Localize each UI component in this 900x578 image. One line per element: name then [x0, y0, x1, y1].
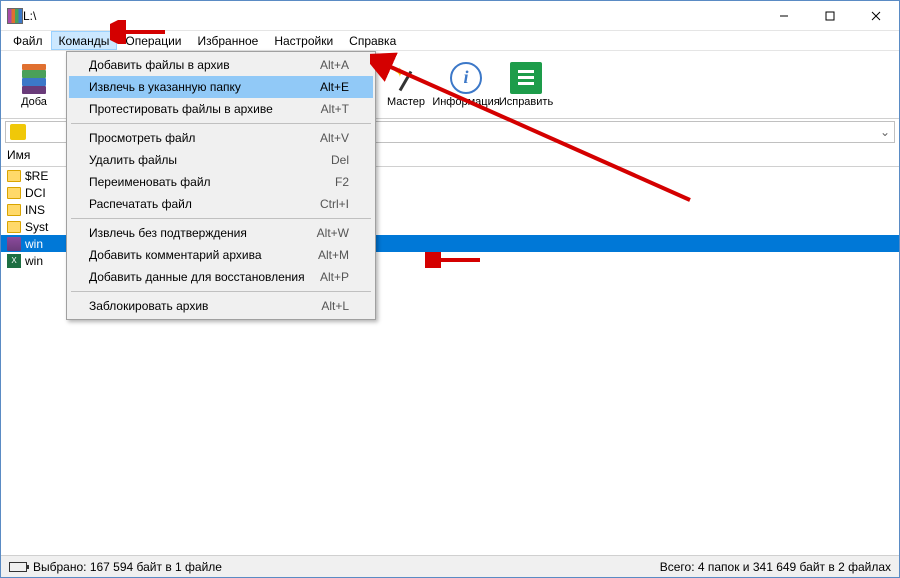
file-name: DCI	[25, 186, 46, 200]
menu-shortcut: Alt+A	[320, 58, 349, 72]
menu-item-справка[interactable]: Справка	[341, 31, 404, 50]
commands-dropdown: Добавить файлы в архивAlt+AИзвлечь в ука…	[66, 51, 376, 320]
status-right: Всего: 4 папок и 341 649 байт в 2 файлах	[652, 560, 899, 574]
menu-item[interactable]: Добавить файлы в архивAlt+A	[69, 54, 373, 76]
menu-item[interactable]: Распечатать файлCtrl+I	[69, 193, 373, 215]
menu-item-настройки[interactable]: Настройки	[266, 31, 341, 50]
menu-shortcut: F2	[335, 175, 349, 189]
minimize-button[interactable]	[761, 1, 807, 30]
app-icon	[7, 8, 23, 24]
menu-item-файл[interactable]: Файл	[5, 31, 51, 50]
menu-item[interactable]: Заблокировать архивAlt+L	[69, 295, 373, 317]
menu-item-label: Переименовать файл	[89, 175, 335, 189]
menu-item[interactable]: Переименовать файлF2	[69, 171, 373, 193]
menu-shortcut: Alt+L	[321, 299, 349, 313]
menu-item-label: Извлечь в указанную папку	[89, 80, 320, 94]
folder-icon	[7, 204, 21, 216]
menu-item-label: Распечатать файл	[89, 197, 320, 211]
window-controls	[761, 1, 899, 30]
statusbar: Выбрано: 167 594 байт в 1 файле Всего: 4…	[1, 555, 899, 577]
annotation-arrow-diagonal	[370, 50, 700, 210]
maximize-icon	[825, 11, 835, 21]
close-button[interactable]	[853, 1, 899, 30]
menu-item-label: Протестировать файлы в архиве	[89, 102, 321, 116]
menu-item-label: Извлечь без подтверждения	[89, 226, 317, 240]
status-selected-text: Выбрано: 167 594 байт в 1 файле	[33, 560, 222, 574]
annotation-arrow-row	[425, 252, 485, 268]
archive-icon	[7, 237, 21, 251]
menu-shortcut: Alt+E	[320, 80, 349, 94]
menu-item-label: Добавить комментарий архива	[89, 248, 318, 262]
file-name: win	[25, 237, 43, 251]
menu-item[interactable]: Извлечь без подтвержденияAlt+W	[69, 222, 373, 244]
minimize-icon	[779, 11, 789, 21]
menu-shortcut: Del	[331, 153, 349, 167]
menu-shortcut: Alt+W	[317, 226, 349, 240]
menu-item-label: Добавить файлы в архив	[89, 58, 320, 72]
menu-shortcut: Alt+P	[320, 270, 349, 284]
folder-icon	[7, 221, 21, 233]
toolbar-label: Доба	[21, 96, 47, 108]
drive-icon	[10, 124, 26, 140]
menu-item[interactable]: Удалить файлыDel	[69, 149, 373, 171]
menu-item[interactable]: Просмотреть файлAlt+V	[69, 127, 373, 149]
battery-icon	[9, 562, 27, 572]
file-name: Syst	[25, 220, 48, 234]
menu-item-label: Добавить данные для восстановления	[89, 270, 320, 284]
menu-item-label: Удалить файлы	[89, 153, 331, 167]
menu-item[interactable]: Протестировать файлы в архивеAlt+T	[69, 98, 373, 120]
file-name: $RE	[25, 169, 48, 183]
menu-item-команды[interactable]: Команды	[51, 31, 118, 50]
menu-item[interactable]: Добавить данные для восстановленияAlt+P	[69, 266, 373, 288]
menu-item-избранное[interactable]: Избранное	[190, 31, 267, 50]
folder-icon	[7, 170, 21, 182]
status-left: Выбрано: 167 594 байт в 1 файле	[1, 560, 230, 574]
menu-separator	[71, 218, 371, 219]
maximize-button[interactable]	[807, 1, 853, 30]
menu-shortcut: Alt+T	[321, 102, 349, 116]
toolbar-add-button[interactable]: Доба	[5, 60, 63, 110]
add-archive-icon	[18, 62, 50, 94]
menu-separator	[71, 123, 371, 124]
annotation-arrow-menu	[110, 20, 170, 44]
menu-item[interactable]: Добавить комментарий архиваAlt+M	[69, 244, 373, 266]
menu-item-label: Просмотреть файл	[89, 131, 320, 145]
menu-shortcut: Ctrl+I	[320, 197, 349, 211]
file-name: win	[25, 254, 43, 268]
menu-shortcut: Alt+M	[318, 248, 349, 262]
menu-item-label: Заблокировать архив	[89, 299, 321, 313]
menu-separator	[71, 291, 371, 292]
chevron-down-icon[interactable]: ⌄	[880, 125, 890, 139]
folder-icon	[7, 187, 21, 199]
menu-shortcut: Alt+V	[320, 131, 349, 145]
file-name: INS	[25, 203, 45, 217]
excel-icon: X	[7, 254, 21, 268]
menu-item[interactable]: Извлечь в указанную папкуAlt+E	[69, 76, 373, 98]
close-icon	[871, 11, 881, 21]
